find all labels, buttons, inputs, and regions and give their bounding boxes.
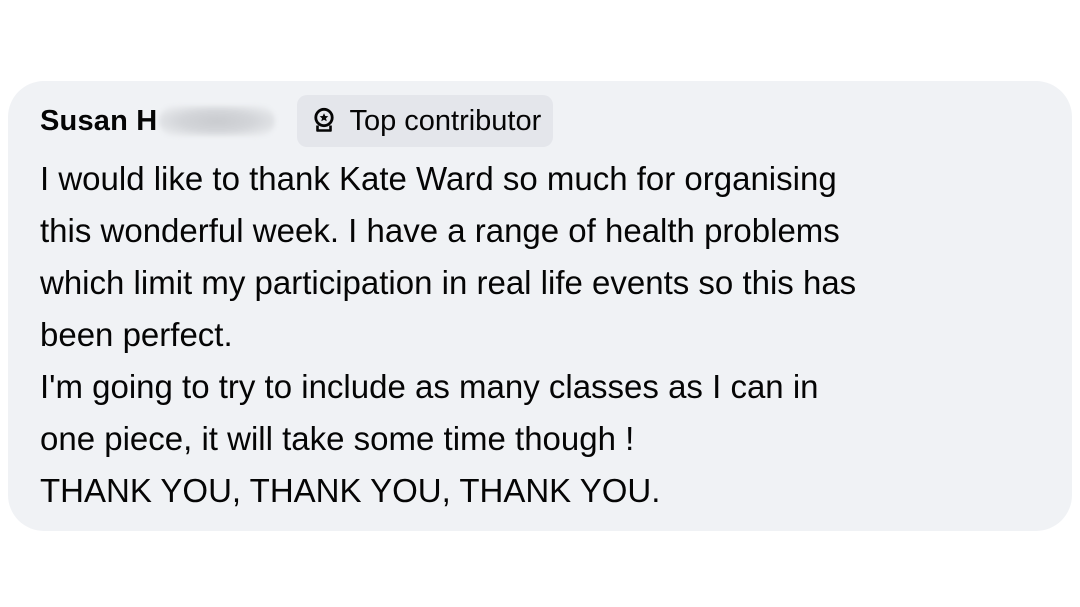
comment-header: Susan H Top contributor xyxy=(40,95,554,147)
comment-line: been perfect. xyxy=(40,316,233,353)
comment-line: which limit my participation in real lif… xyxy=(40,264,857,301)
comment-text: I would like to thank Kate Ward so much … xyxy=(40,153,1050,517)
author-name: Susan H xyxy=(40,105,158,137)
comment-line: I'm going to try to include as many clas… xyxy=(40,368,819,405)
badge-label: Top contributor xyxy=(349,105,542,137)
badge-award-icon xyxy=(311,106,337,136)
comment-line: I would like to thank Kate Ward so much … xyxy=(40,160,837,197)
comment-line: this wonderful week. I have a range of h… xyxy=(40,212,840,249)
comment-bubble: Susan H Top contributor I would like to … xyxy=(8,81,1072,531)
redacted-name-blur xyxy=(159,106,276,136)
top-contributor-badge[interactable]: Top contributor xyxy=(297,95,554,147)
author-name-link[interactable]: Susan H xyxy=(40,95,276,147)
comment-line: one piece, it will take some time though… xyxy=(40,420,635,457)
comment-line: THANK YOU, THANK YOU, THANK YOU. xyxy=(40,472,661,509)
